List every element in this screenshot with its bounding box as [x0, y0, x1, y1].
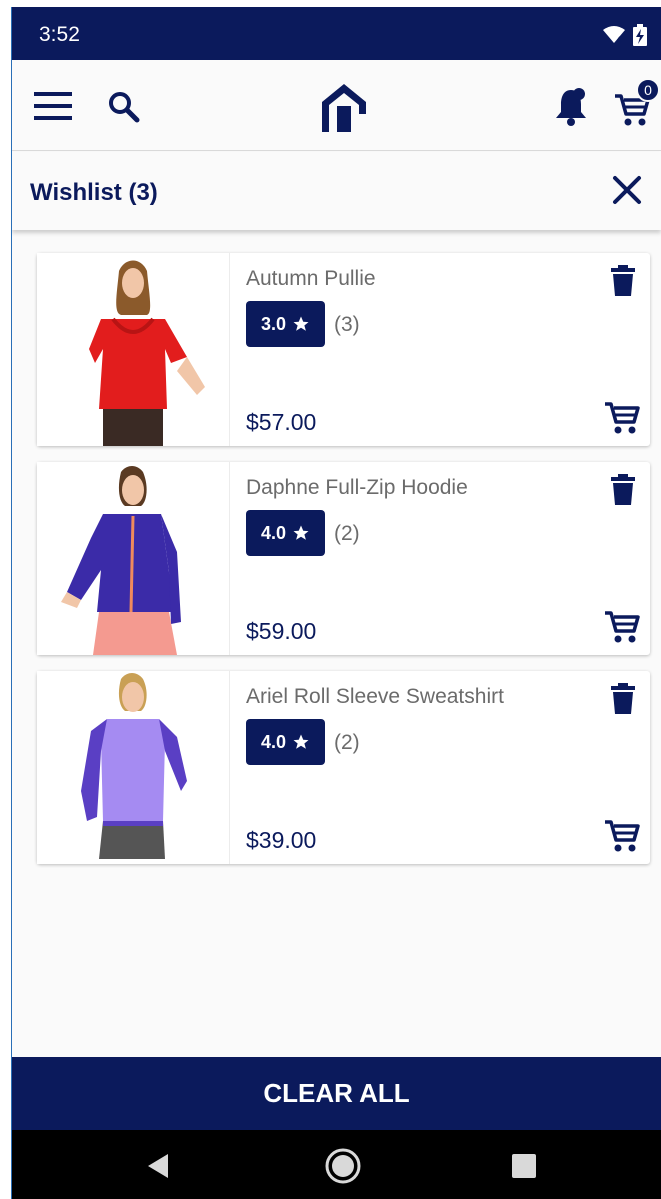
product-name[interactable]: Autumn Pullie — [246, 267, 376, 291]
product-image[interactable] — [37, 671, 230, 864]
back-icon[interactable] — [146, 1153, 170, 1179]
status-time: 3:52 — [39, 23, 80, 46]
rating-value: 4.0 — [260, 522, 287, 543]
add-to-cart-icon[interactable] — [604, 609, 640, 645]
recents-icon[interactable] — [512, 1154, 536, 1178]
status-icons: 4 — [603, 24, 647, 46]
home-icon[interactable] — [325, 1148, 361, 1184]
page-title: Wishlist (3) — [30, 179, 158, 206]
review-count: (2) — [334, 522, 360, 545]
battery-charging-icon — [633, 24, 647, 46]
wishlist-item[interactable]: Autumn Pullie 3.0 (3) $57.00 — [37, 253, 650, 446]
status-bar: 3:52 4 — [12, 7, 661, 60]
review-count: (3) — [334, 313, 360, 336]
rating-badge: 3.0 — [246, 301, 325, 347]
item-info: Autumn Pullie 3.0 (3) $57.00 — [230, 253, 650, 446]
wishlist-item[interactable]: Ariel Roll Sleeve Sweatshirt 4.0 (2) $39… — [37, 671, 650, 864]
item-info: Daphne Full-Zip Hoodie 4.0 (2) $59.00 — [230, 462, 650, 655]
logo — [322, 84, 366, 132]
cart-button[interactable]: 0 — [614, 78, 660, 128]
rating-badge: 4.0 — [246, 719, 325, 765]
product-name[interactable]: Ariel Roll Sleeve Sweatshirt — [246, 685, 504, 709]
product-image[interactable] — [37, 462, 230, 655]
product-price: $59.00 — [246, 618, 317, 644]
wishlist-item[interactable]: Daphne Full-Zip Hoodie 4.0 (2) $59.00 — [37, 462, 650, 655]
review-count: (2) — [334, 731, 360, 754]
add-to-cart-icon[interactable] — [604, 818, 640, 854]
signal-label: 4 — [616, 36, 622, 44]
product-price: $57.00 — [246, 409, 317, 435]
close-icon[interactable] — [609, 172, 645, 208]
product-price: $39.00 — [246, 827, 317, 853]
star-icon — [293, 525, 309, 540]
wishlist-header: Wishlist (3) — [12, 152, 661, 230]
rating-badge: 4.0 — [246, 510, 325, 556]
rating-value: 4.0 — [260, 731, 287, 752]
trash-icon[interactable] — [610, 683, 636, 715]
system-nav-bar — [12, 1130, 661, 1199]
rating-value: 3.0 — [260, 313, 287, 334]
add-to-cart-icon[interactable] — [604, 400, 640, 436]
product-name[interactable]: Daphne Full-Zip Hoodie — [246, 476, 468, 500]
wifi-icon: 4 — [603, 26, 625, 44]
product-image[interactable] — [37, 253, 230, 446]
garment — [67, 514, 177, 612]
search-icon[interactable] — [107, 90, 141, 124]
menu-icon[interactable] — [34, 90, 74, 122]
trash-icon[interactable] — [610, 474, 636, 506]
app-screen: 3:52 4 0 Wishlist (3) Autumn Pullie 3.0 … — [11, 7, 661, 1199]
bell-icon[interactable] — [554, 86, 588, 126]
cart-count-badge: 0 — [636, 78, 660, 102]
star-icon — [293, 734, 309, 749]
item-info: Ariel Roll Sleeve Sweatshirt 4.0 (2) $39… — [230, 671, 650, 864]
trash-icon[interactable] — [610, 265, 636, 297]
app-bar: 0 — [12, 60, 661, 151]
star-icon — [293, 316, 309, 331]
clear-all-button[interactable]: CLEAR ALL — [12, 1057, 661, 1130]
